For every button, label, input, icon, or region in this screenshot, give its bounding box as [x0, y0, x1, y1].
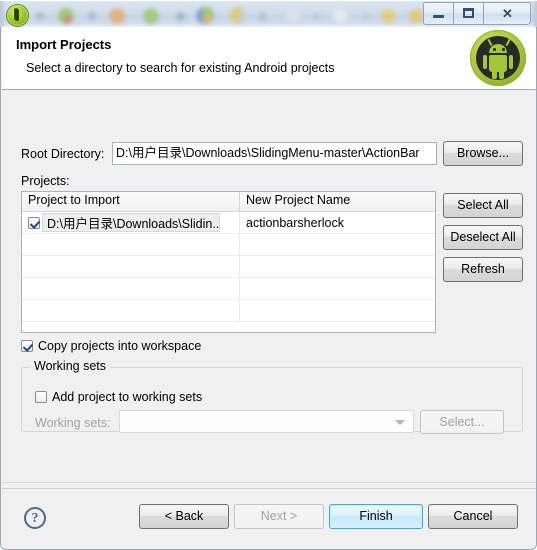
table-row-empty[interactable]: [22, 234, 435, 256]
table-cell-new-project-name[interactable]: actionbarsherlock: [240, 212, 435, 233]
copy-projects-checkbox[interactable]: [21, 340, 33, 352]
close-icon: ✕: [502, 6, 513, 21]
table-cell-empty: [22, 278, 240, 299]
restore-icon: [463, 8, 474, 18]
table-cell-empty: [240, 278, 435, 299]
table-row-empty[interactable]: [22, 256, 435, 278]
import-projects-window: ✕ Import Projects Select a directory to …: [0, 0, 537, 550]
page-subtitle: Select a directory to search for existin…: [26, 61, 335, 75]
working-sets-label: Working sets:: [35, 416, 111, 430]
android-robot-icon: [470, 30, 526, 86]
footer-separator: [2, 482, 536, 483]
root-directory-input[interactable]: D:\用户目录\Downloads\SlidingMenu-master\Act…: [112, 142, 437, 165]
projects-label: Projects:: [21, 174, 70, 188]
application-icon: [7, 5, 28, 26]
table-cell-empty: [22, 256, 240, 277]
page-title: Import Projects: [16, 37, 112, 52]
table-cell-empty: [22, 234, 240, 255]
android-eye-left: [493, 48, 496, 51]
next-button: Next >: [234, 504, 324, 529]
refresh-button[interactable]: Refresh: [443, 257, 523, 282]
chevron-down-icon: [395, 419, 405, 425]
table-row-empty[interactable]: [22, 278, 435, 300]
table-cell-empty: [240, 300, 435, 321]
table-cell-empty: [240, 256, 435, 277]
finish-button[interactable]: Finish: [329, 504, 423, 529]
window-titlebar: ✕: [0, 0, 537, 29]
android-antenna-left: [487, 39, 493, 46]
restore-button[interactable]: [454, 2, 484, 25]
minimize-button[interactable]: [423, 2, 454, 25]
android-robot-inner: [476, 36, 520, 80]
projects-table[interactable]: Project to Import New Project Name D:\用户…: [21, 191, 436, 333]
working-sets-combobox[interactable]: [119, 410, 414, 433]
deselect-all-button[interactable]: Deselect All: [443, 225, 523, 250]
android-eye-right: [502, 48, 505, 51]
add-project-to-working-sets-label: Add project to working sets: [52, 390, 203, 404]
column-header-new-project-name[interactable]: New Project Name: [240, 192, 435, 211]
cancel-button[interactable]: Cancel: [428, 504, 518, 529]
row-checkbox[interactable]: [28, 216, 40, 229]
help-icon[interactable]: ?: [24, 507, 46, 529]
table-row-empty[interactable]: [22, 300, 435, 322]
table-header-row: Project to Import New Project Name: [22, 192, 435, 212]
working-sets-select-button[interactable]: Select...: [420, 410, 504, 434]
table-cell-project-to-import[interactable]: D:\用户目录\Downloads\Slidin...: [22, 212, 240, 233]
back-button[interactable]: < Back: [139, 504, 229, 529]
table-cell-empty: [22, 300, 240, 321]
dialog-header: Import Projects Select a directory to se…: [2, 27, 536, 90]
table-cell-empty: [240, 234, 435, 255]
root-directory-label: Root Directory:: [21, 147, 105, 161]
dialog-frame: Import Projects Select a directory to se…: [0, 27, 537, 550]
blurred-background-icons: [6, 5, 499, 27]
minimize-icon: [433, 15, 444, 18]
dialog-footer: ? < Back Next > Finish Cancel: [2, 488, 536, 548]
add-project-to-working-sets-checkbox[interactable]: [35, 391, 47, 403]
column-header-project-to-import[interactable]: Project to Import: [22, 192, 240, 211]
android-leg-right: [499, 70, 504, 79]
android-leg-left: [492, 70, 497, 79]
browse-button[interactable]: Browse...: [443, 141, 523, 166]
android-arm-left: [483, 55, 487, 69]
select-all-button[interactable]: Select All: [443, 193, 523, 218]
project-path-value[interactable]: D:\用户目录\Downloads\Slidin...: [42, 213, 220, 232]
android-antenna-right: [505, 39, 511, 46]
titlebar-right-edge: [531, 1, 537, 29]
dialog-content: Root Directory: D:\用户目录\Downloads\Slidin…: [2, 90, 536, 487]
copy-projects-label: Copy projects into workspace: [38, 339, 202, 353]
close-button[interactable]: ✕: [484, 2, 531, 25]
working-sets-group-title: Working sets: [30, 359, 111, 373]
window-controls: ✕: [423, 2, 531, 25]
add-project-to-working-sets-row[interactable]: Add project to working sets: [35, 390, 202, 404]
android-arm-right: [509, 55, 513, 69]
table-row[interactable]: D:\用户目录\Downloads\Slidin... actionbarshe…: [22, 212, 435, 234]
copy-projects-checkbox-row[interactable]: Copy projects into workspace: [21, 339, 201, 353]
